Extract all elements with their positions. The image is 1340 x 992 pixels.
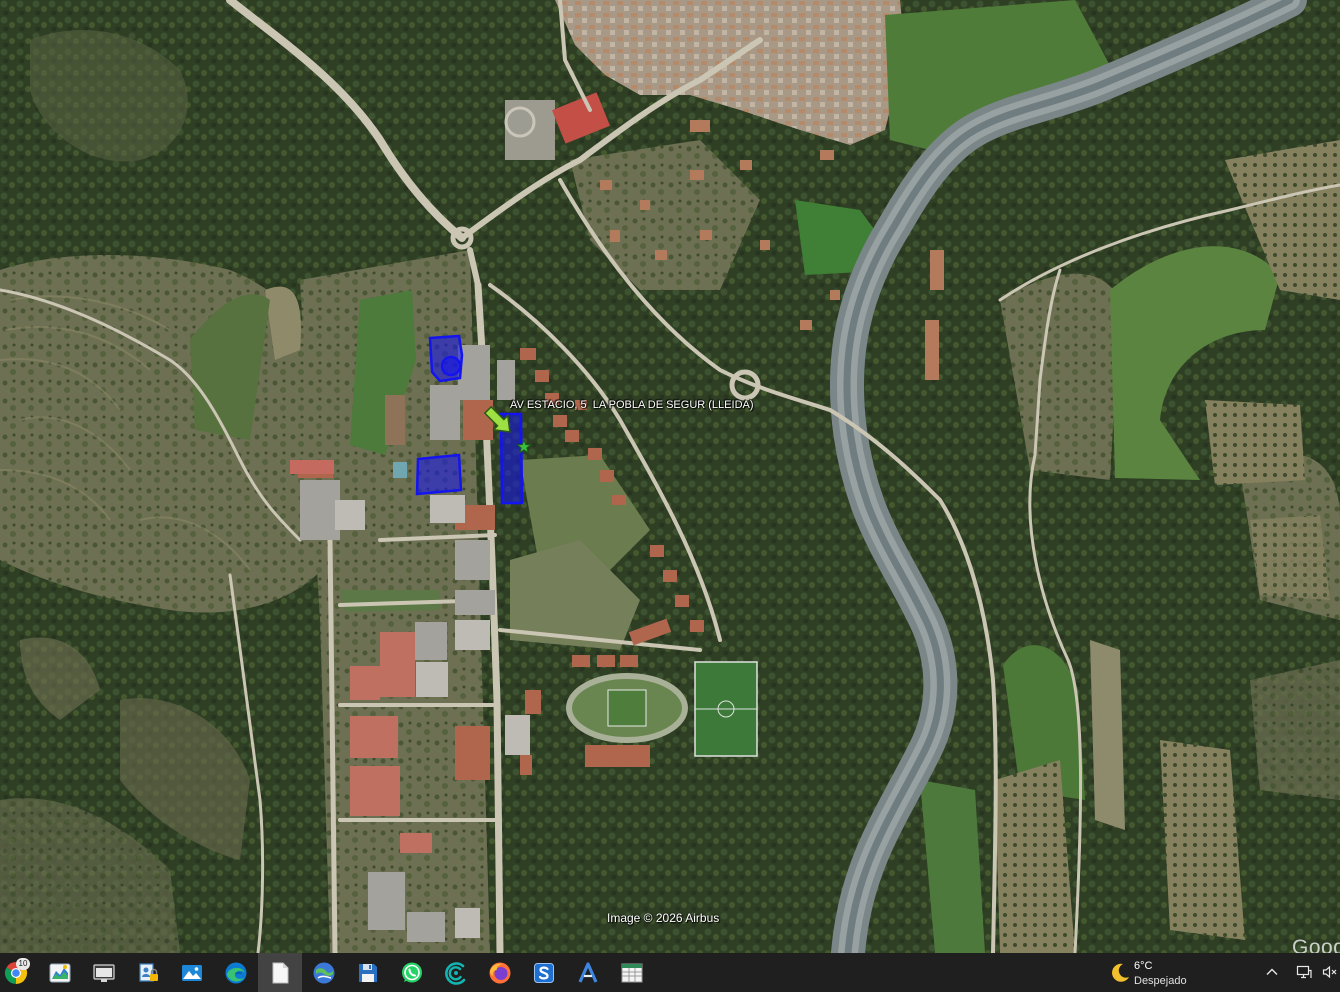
taskbar-button-a-app[interactable] bbox=[566, 953, 610, 992]
taskbar-button-whatsapp[interactable] bbox=[390, 953, 434, 992]
weather-widget[interactable]: 6°C Despejado bbox=[1104, 953, 1216, 992]
tray-network-button[interactable] bbox=[1296, 964, 1312, 980]
window-app-icon bbox=[93, 963, 115, 982]
taskbar-button-document[interactable] bbox=[258, 953, 302, 992]
google-earth-icon bbox=[313, 962, 335, 983]
user-lock-icon bbox=[139, 962, 158, 982]
taskbar-button-chrome[interactable]: 10 bbox=[0, 953, 38, 992]
taskbar-button-s-app[interactable] bbox=[522, 953, 566, 992]
photos-icon bbox=[182, 964, 202, 981]
floppy-disk-icon bbox=[359, 963, 377, 982]
taskbar-button-spreadsheet-window[interactable] bbox=[610, 953, 654, 992]
taskbar-button-google-earth[interactable] bbox=[302, 953, 346, 992]
network-icon bbox=[1296, 965, 1312, 979]
google-earth-map[interactable]: AV ESTACIO, 5 LA POBLA DE SEGUR (LLEIDA)… bbox=[0, 0, 1340, 953]
placemark-label[interactable]: AV ESTACIO, 5 LA POBLA DE SEGUR (LLEIDA) bbox=[510, 399, 754, 411]
satellite-imagery[interactable] bbox=[0, 0, 1340, 953]
area-polygon-2[interactable] bbox=[415, 453, 463, 496]
speaker-muted-icon bbox=[1322, 965, 1337, 979]
watermark-text: Google bbox=[1292, 936, 1340, 953]
google-watermark: Google bbox=[1292, 936, 1340, 953]
taskbar-button-user-lock[interactable] bbox=[126, 953, 170, 992]
weather-condition: Despejado bbox=[1134, 975, 1187, 987]
taskbar-button-photos[interactable] bbox=[170, 953, 214, 992]
taskbar: 10 6°C Despejado bbox=[0, 953, 1340, 992]
weather-temperature: 6°C bbox=[1134, 960, 1153, 972]
area-circle[interactable] bbox=[440, 355, 462, 377]
imagery-attribution: Image © 2026 Airbus bbox=[607, 911, 720, 925]
taskbar-button-chart-app[interactable] bbox=[38, 953, 82, 992]
taskbar-button-firefox[interactable] bbox=[478, 953, 522, 992]
firefox-icon bbox=[489, 962, 511, 983]
moon-icon bbox=[1112, 963, 1129, 982]
desktop-screen: AV ESTACIO, 5 LA POBLA DE SEGUR (LLEIDA)… bbox=[0, 0, 1340, 992]
whatsapp-icon bbox=[402, 962, 422, 982]
tray-volume-button[interactable] bbox=[1322, 964, 1338, 980]
spreadsheet-window-icon bbox=[621, 963, 643, 982]
taskbar-button-signal-arcs[interactable] bbox=[434, 953, 478, 992]
taskbar-apps: 10 bbox=[0, 953, 654, 992]
a-app-icon bbox=[578, 961, 598, 983]
edge-icon bbox=[225, 962, 247, 983]
document-icon bbox=[272, 962, 289, 983]
taskbar-button-floppy[interactable] bbox=[346, 953, 390, 992]
chart-app-icon bbox=[49, 963, 71, 982]
signal-arcs-icon bbox=[445, 961, 466, 985]
chevron-up-icon bbox=[1266, 968, 1278, 975]
notification-badge: 10 bbox=[16, 958, 30, 970]
s-app-icon bbox=[534, 962, 554, 983]
taskbar-button-window-app[interactable] bbox=[82, 953, 126, 992]
taskbar-button-edge[interactable] bbox=[214, 953, 258, 992]
tray-overflow-button[interactable] bbox=[1264, 964, 1280, 980]
